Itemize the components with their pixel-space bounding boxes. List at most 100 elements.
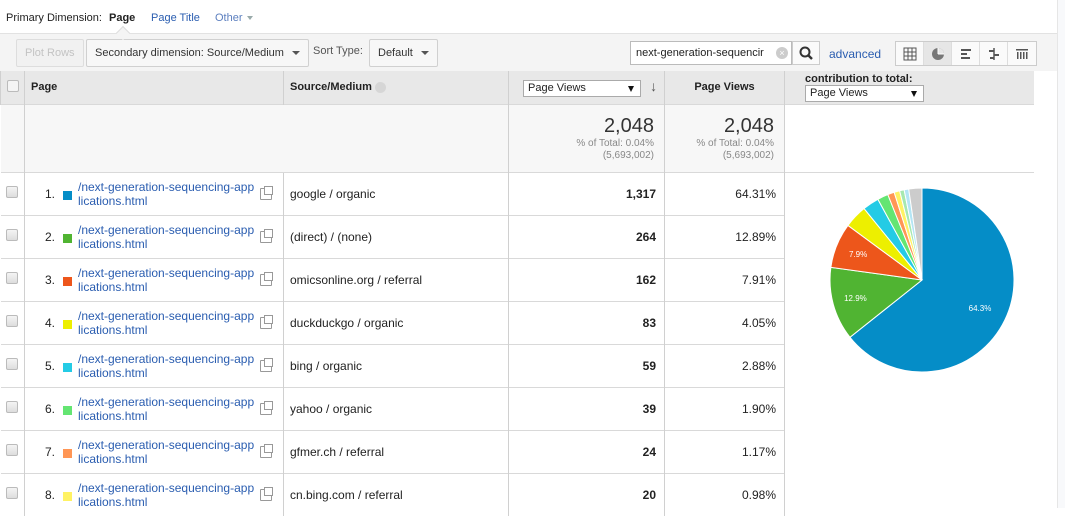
external-link-icon[interactable] (260, 357, 273, 372)
table-toolbar: Plot Rows Secondary dimension: Source/Me… (0, 33, 1057, 71)
external-link-icon[interactable] (260, 228, 273, 243)
totals-blank-dims (24, 103, 509, 172)
page-views-cell: 264 (508, 214, 665, 258)
row-checkbox[interactable] (0, 257, 25, 301)
series-color-swatch (63, 362, 72, 372)
row-number: 1. (44, 186, 55, 201)
row-checkbox[interactable] (0, 429, 25, 473)
comparison-view-icon[interactable] (980, 42, 1008, 65)
page-link[interactable]: /next-generation-sequencing-applications… (78, 481, 256, 509)
page-views-cell: 1,317 (508, 171, 665, 215)
row-number: 6. (44, 401, 55, 416)
page-link[interactable]: /next-generation-sequencing-applications… (78, 352, 256, 380)
chevron-down-icon (291, 51, 300, 56)
source-medium-cell: duckduckgo / organic (283, 300, 509, 344)
totals-metric-1: 2,048 % of Total: 0.04% (5,693,002) (508, 103, 665, 172)
header-contribution: contribution to total: Page Views (784, 71, 1034, 104)
primary-dimension-bar: Primary Dimension: Page Page Title Other (0, 0, 1057, 35)
series-color-swatch (63, 276, 72, 286)
remove-dimension-icon[interactable] (374, 81, 386, 93)
row-checkbox[interactable] (0, 214, 25, 258)
secondary-dimension-dropdown[interactable]: Secondary dimension: Source/Medium (86, 39, 309, 67)
metric-dropdown[interactable]: Page Views (523, 79, 641, 97)
row-checkbox[interactable] (0, 386, 25, 430)
sort-type-value: Default (378, 47, 413, 59)
totals-chart-blank (784, 103, 1034, 172)
advanced-filter-link[interactable]: advanced (829, 47, 881, 61)
contribution-dropdown[interactable]: Page Views (805, 84, 924, 102)
search-icon (799, 46, 813, 60)
page-cell: 3. /next-generation-sequencing-applicatio… (24, 257, 284, 301)
row-number: 4. (44, 315, 55, 330)
source-medium-label: Source/Medium (290, 81, 372, 94)
select-all-checkbox[interactable] (0, 71, 25, 104)
series-color-swatch (63, 190, 72, 200)
pie-data-label: 7.9% (849, 250, 867, 259)
total-pct: % of Total: 0.04% (696, 137, 774, 149)
row-number: 5. (44, 358, 55, 373)
scrollbar[interactable] (1057, 0, 1065, 508)
search-input[interactable]: next-generation-sequencir × (630, 41, 792, 65)
metric-dropdown-value: Page Views (528, 81, 586, 94)
external-link-icon[interactable] (260, 185, 273, 200)
search-button[interactable] (792, 41, 820, 65)
plot-rows-button[interactable]: Plot Rows (16, 39, 84, 67)
pie-data-label: 12.9% (844, 294, 867, 303)
external-link-icon[interactable] (260, 486, 273, 501)
pivot-view-icon[interactable] (1008, 42, 1036, 65)
page-cell: 5. /next-generation-sequencing-applicatio… (24, 343, 284, 387)
total-site: (5,693,002) (722, 149, 774, 161)
header-page[interactable]: Page (24, 71, 284, 104)
sort-type-dropdown[interactable]: Default (369, 39, 438, 67)
primary-dimension-page[interactable]: Page (109, 12, 135, 24)
sort-descending-icon[interactable]: ↓ (650, 78, 657, 94)
external-link-icon[interactable] (260, 400, 273, 415)
contribution-label: contribution to total: (805, 72, 913, 85)
page-views-cell: 39 (508, 386, 665, 430)
row-checkbox[interactable] (0, 472, 25, 516)
total-site: (5,693,002) (602, 149, 654, 161)
page-views-cell: 162 (508, 257, 665, 301)
row-number: 3. (44, 272, 55, 287)
external-link-icon[interactable] (260, 443, 273, 458)
page-views-cell: 83 (508, 300, 665, 344)
external-link-icon[interactable] (260, 314, 273, 329)
page-views-pct-cell: 2.88% (664, 343, 785, 387)
primary-dimension-other[interactable]: Other (215, 12, 253, 24)
table-view-icon[interactable] (896, 42, 924, 65)
page-views-pct-cell: 1.17% (664, 429, 785, 473)
clear-search-icon[interactable]: × (776, 47, 788, 59)
page-link[interactable]: /next-generation-sequencing-applications… (78, 223, 256, 251)
page-views-pct-cell: 4.05% (664, 300, 785, 344)
series-color-swatch (63, 319, 72, 329)
source-medium-cell: (direct) / (none) (283, 214, 509, 258)
row-number: 7. (44, 444, 55, 459)
source-medium-cell: omicsonline.org / referral (283, 257, 509, 301)
external-link-icon[interactable] (260, 271, 273, 286)
other-label: Other (215, 12, 243, 24)
source-medium-cell: google / organic (283, 171, 509, 215)
source-medium-cell: yahoo / organic (283, 386, 509, 430)
header-page-views[interactable]: Page Views (664, 71, 785, 104)
row-checkbox[interactable] (0, 171, 25, 215)
page-link[interactable]: /next-generation-sequencing-applications… (78, 395, 256, 423)
series-color-swatch (63, 233, 72, 243)
dropdown-arrow-icon (911, 90, 917, 97)
row-checkbox[interactable] (0, 343, 25, 387)
source-medium-cell: bing / organic (283, 343, 509, 387)
performance-view-icon[interactable] (952, 42, 980, 65)
dropdown-arrow-icon (628, 85, 634, 92)
pie-view-icon[interactable] (924, 42, 952, 65)
page-link[interactable]: /next-generation-sequencing-applications… (78, 180, 256, 208)
row-checkbox[interactable] (0, 300, 25, 344)
totals-metric-2: 2,048 % of Total: 0.04% (5,693,002) (664, 103, 785, 172)
total-value: 2,048 (723, 114, 774, 137)
page-link[interactable]: /next-generation-sequencing-applications… (78, 266, 256, 294)
chevron-down-icon (420, 51, 429, 56)
source-medium-cell: cn.bing.com / referral (283, 472, 509, 516)
page-link[interactable]: /next-generation-sequencing-applications… (78, 438, 256, 466)
primary-dimension-page-title[interactable]: Page Title (151, 12, 200, 24)
secondary-dimension-label: Secondary dimension: Source/Medium (95, 47, 284, 59)
page-link[interactable]: /next-generation-sequencing-applications… (78, 309, 256, 337)
header-source-medium[interactable]: Source/Medium (283, 71, 509, 104)
